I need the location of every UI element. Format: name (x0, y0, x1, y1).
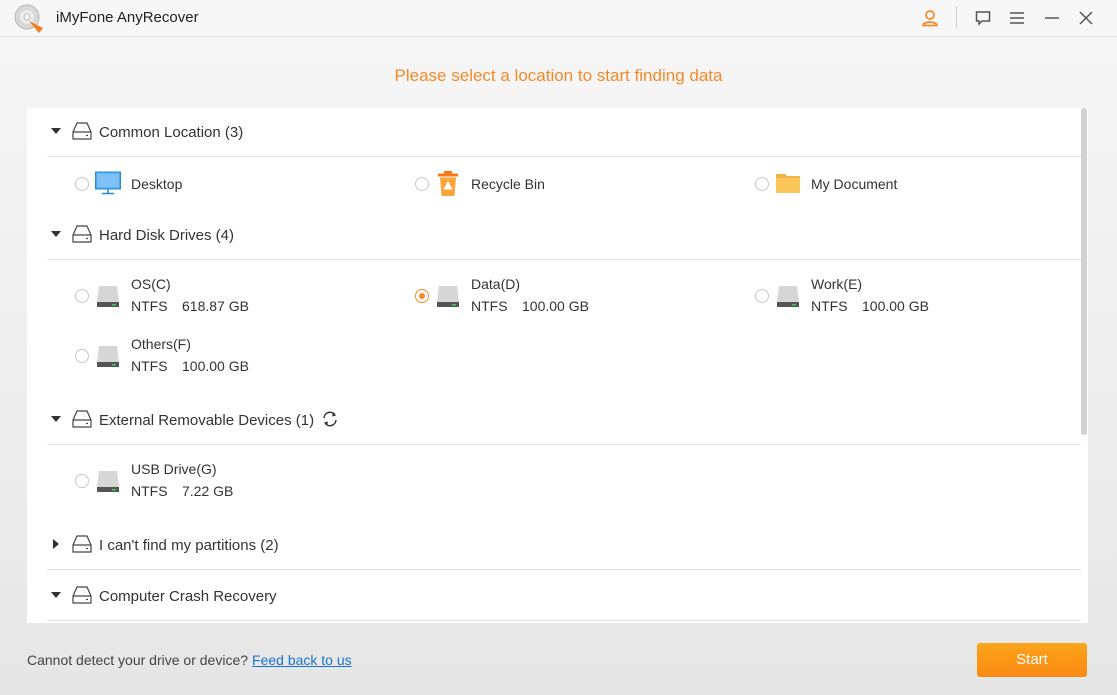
section-external-removable-devices[interactable]: External Removable Devices (1) (47, 396, 1081, 445)
minimize-icon (1045, 17, 1059, 19)
drive-name: Data(D) (471, 276, 521, 292)
drive-size: 618.87 GB (182, 298, 249, 314)
section-hard-disk-drives[interactable]: Hard Disk Drives (4) (47, 211, 1081, 260)
drive-filesystem: NTFS (811, 298, 848, 314)
drive-filesystem: NTFS (131, 298, 168, 314)
drive-outline-icon (72, 535, 92, 553)
drive-size: 7.22 GB (182, 483, 234, 499)
user-icon (922, 10, 938, 27)
radio-button[interactable] (75, 349, 89, 363)
drive-size: 100.00 GB (862, 298, 929, 314)
radio-button[interactable] (75, 474, 89, 488)
section-label: External Removable Devices (1) (99, 412, 315, 429)
footer-question: Cannot detect your drive or device? (27, 652, 249, 668)
drive-name: Others(F) (131, 336, 191, 352)
usb-drive-icon (97, 471, 119, 492)
close-button[interactable] (1074, 6, 1098, 30)
feedback-icon (975, 11, 991, 26)
title-bar: iMyFone AnyRecover (0, 0, 1117, 37)
caret-down-icon[interactable] (51, 126, 61, 136)
start-button[interactable]: Start (977, 643, 1087, 677)
radio-button[interactable] (755, 289, 769, 303)
location-name: My Document (811, 176, 898, 192)
user-account-button[interactable] (918, 6, 942, 30)
drive-name: Work(E) (811, 276, 863, 292)
section-common-location[interactable]: Common Location (3) (47, 108, 1081, 157)
drive-filesystem: NTFS (471, 298, 508, 314)
titlebar-divider (956, 6, 957, 28)
drive-outline-icon (72, 586, 92, 604)
drive-filesystem: NTFS (131, 358, 168, 374)
footer-help: Cannot detect your drive or device? Feed … (27, 652, 352, 668)
folder-icon (776, 174, 800, 193)
menu-button[interactable] (1005, 6, 1029, 30)
caret-down-icon[interactable] (51, 229, 61, 239)
radio-button[interactable] (75, 289, 89, 303)
drive-outline-icon (72, 122, 92, 140)
radio-button[interactable] (75, 177, 89, 191)
section-label: I can't find my partitions (2) (99, 537, 279, 554)
hard-drive-icon (777, 286, 799, 307)
close-icon (1079, 11, 1093, 25)
location-name: Recycle Bin (471, 176, 545, 192)
section-label: Common Location (3) (99, 124, 244, 141)
radio-button[interactable] (415, 177, 429, 191)
minimize-button[interactable] (1040, 6, 1064, 30)
page-heading: Please select a location to start findin… (394, 66, 723, 85)
location-list: Common Location (3) Desktop Recycle Bin … (27, 108, 1088, 623)
drive-filesystem: NTFS (131, 483, 168, 499)
refresh-icon[interactable] (320, 409, 340, 429)
app-title: iMyFone AnyRecover (56, 9, 199, 26)
monitor-icon (95, 171, 121, 195)
radio-button[interactable] (755, 177, 769, 191)
section-label: Hard Disk Drives (4) (99, 227, 235, 244)
drive-name: OS(C) (131, 276, 171, 292)
caret-right-icon[interactable] (51, 539, 61, 549)
caret-down-icon[interactable] (51, 590, 61, 600)
drive-name: USB Drive(G) (131, 461, 217, 477)
section-cant-find-partitions[interactable]: I can't find my partitions (2) (47, 521, 1081, 570)
recycle-bin-icon (438, 171, 458, 196)
drive-size: 100.00 GB (522, 298, 589, 314)
feedback-button[interactable] (971, 6, 995, 30)
hard-drive-icon (437, 286, 459, 307)
caret-down-icon[interactable] (51, 414, 61, 424)
hard-drive-icon (97, 286, 119, 307)
section-label: Computer Crash Recovery (99, 588, 277, 605)
menu-icon (1010, 12, 1024, 24)
drive-outline-icon (72, 410, 92, 428)
section-computer-crash-recovery[interactable]: Computer Crash Recovery (47, 572, 1081, 621)
drive-size: 100.00 GB (182, 358, 249, 374)
app-logo-icon (14, 4, 43, 33)
location-name: Desktop (131, 176, 183, 192)
hard-drive-icon (97, 346, 119, 367)
drive-outline-icon (72, 225, 92, 243)
feedback-link[interactable]: Feed back to us (252, 652, 352, 668)
scrollbar-thumb[interactable] (1081, 108, 1087, 435)
radio-button-selected[interactable] (415, 289, 429, 303)
